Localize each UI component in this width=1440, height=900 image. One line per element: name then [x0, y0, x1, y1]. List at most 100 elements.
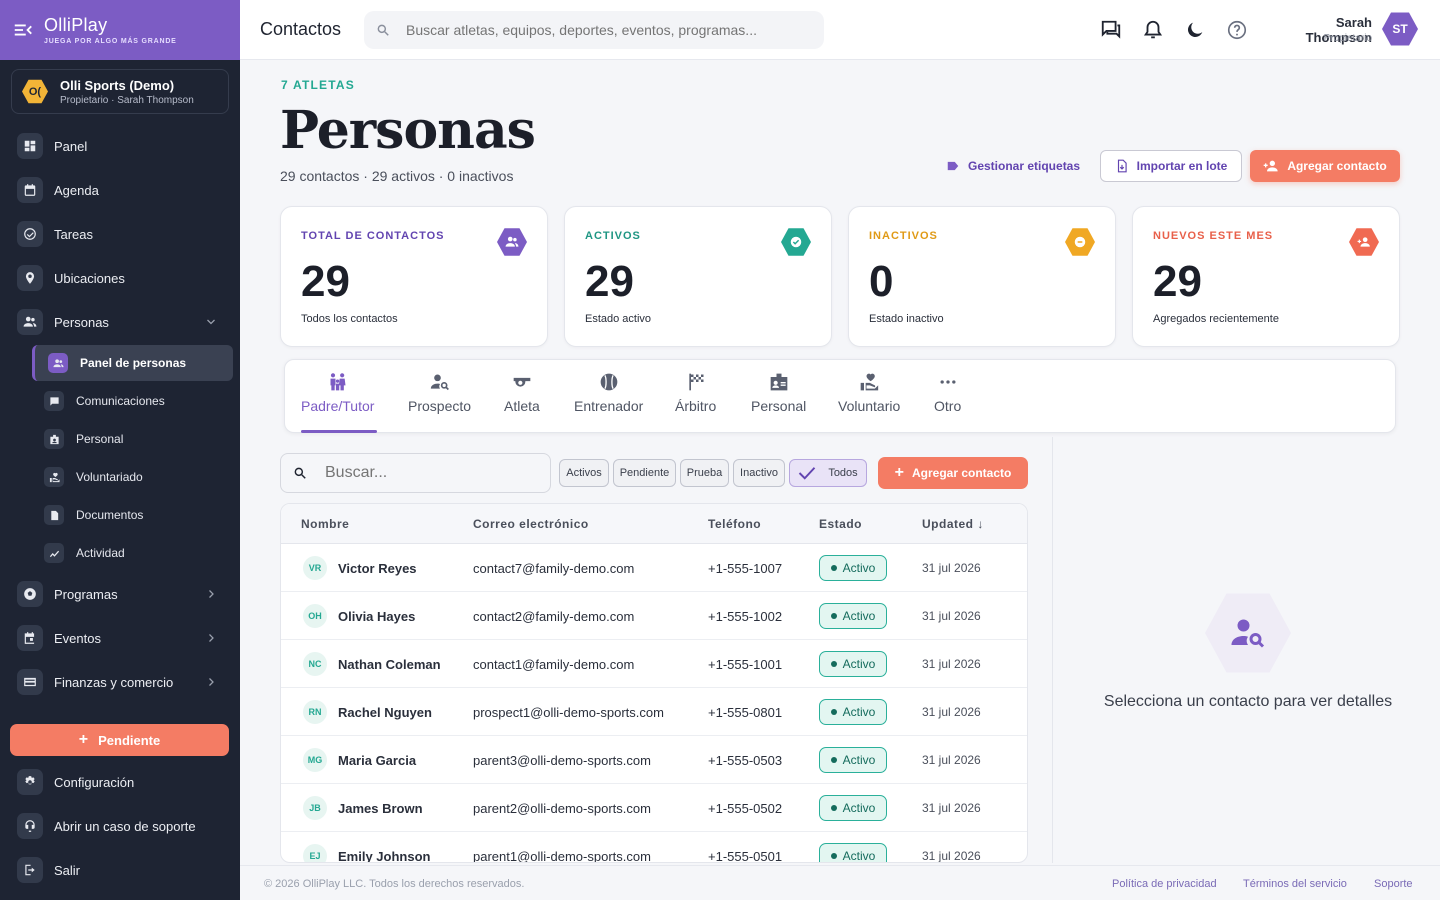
- tag-icon: [947, 161, 959, 171]
- sidebar-item-configuracion[interactable]: Configuración: [17, 768, 134, 796]
- messages-icon[interactable]: [1100, 19, 1122, 41]
- sidebar-item-personas[interactable]: Personas: [17, 308, 109, 336]
- file-import-icon: [1117, 159, 1127, 173]
- contact-updated: 31 jul 2026: [922, 657, 981, 671]
- tab-label: Padre/Tutor: [301, 398, 375, 414]
- table-row[interactable]: JB James Brown parent2@olli-demo-sports.…: [281, 784, 1027, 832]
- filter-todos[interactable]: Todos: [789, 459, 867, 487]
- sidebar-item-label: Panel: [54, 138, 88, 154]
- sidebar-item-ubicaciones[interactable]: Ubicaciones: [17, 264, 125, 292]
- column-header-estado[interactable]: Estado: [819, 517, 862, 531]
- sidebar-item-panel[interactable]: Panel: [17, 132, 87, 160]
- filter-prueba[interactable]: Prueba: [680, 459, 729, 487]
- filter-pendiente[interactable]: Pendiente: [613, 459, 676, 487]
- add-contact-button[interactable]: Agregar contacto: [1250, 150, 1400, 182]
- contact-phone: +1-555-0801: [708, 705, 783, 720]
- table-row[interactable]: EJ Emily Johnson parent1@olli-demo-sport…: [281, 832, 1027, 863]
- tab-personal[interactable]: Personal: [751, 372, 806, 434]
- column-header-updated[interactable]: Updated ↓: [922, 517, 984, 531]
- tab-prospecto[interactable]: Prospecto: [408, 372, 471, 434]
- list-add-contact-button[interactable]: + Agregar contacto: [878, 457, 1028, 489]
- athletes-count-eyebrow: 7 ATLETAS: [281, 78, 355, 92]
- sidebar-subitem-personal[interactable]: Personal: [44, 426, 123, 452]
- contact-email: contact1@family-demo.com: [473, 657, 635, 672]
- table-row[interactable]: RN Rachel Nguyen prospect1@olli-demo-spo…: [281, 688, 1027, 736]
- sidebar-item-salir[interactable]: Salir: [17, 856, 80, 884]
- filter-activos[interactable]: Activos: [559, 459, 609, 487]
- filter-inactivo[interactable]: Inactivo: [733, 459, 785, 487]
- avatar[interactable]: ST: [1382, 12, 1418, 46]
- sidebar-item-agenda[interactable]: Agenda: [17, 176, 99, 204]
- add-contact-label: Agregar contacto: [1287, 159, 1387, 173]
- stat-label: ACTIVOS: [585, 230, 641, 242]
- org-logo: O(: [22, 79, 48, 104]
- chevron-right-icon[interactable]: [205, 632, 217, 644]
- location-pin-icon: [17, 265, 43, 291]
- org-switcher[interactable]: O( Olli Sports (Demo) Propietario · Sara…: [11, 69, 229, 114]
- table-row[interactable]: OH Olivia Hayes contact2@family-demo.com…: [281, 592, 1027, 640]
- sidebar-subitem-voluntariado[interactable]: Voluntariado: [44, 464, 143, 490]
- whistle-icon: [513, 377, 531, 387]
- contact-phone: +1-555-0503: [708, 753, 783, 768]
- global-search-input[interactable]: [406, 22, 806, 38]
- column-header-correo[interactable]: Correo electrónico: [473, 517, 589, 531]
- dark-mode-icon[interactable]: [1184, 19, 1206, 41]
- brand-name[interactable]: OlliPlay: [44, 15, 177, 36]
- chevron-down-icon[interactable]: [205, 316, 217, 328]
- chevron-right-icon[interactable]: [205, 588, 217, 600]
- contact-phone: +1-555-1007: [708, 561, 783, 576]
- contact-search-input[interactable]: [325, 464, 535, 482]
- baseball-icon: [600, 373, 617, 391]
- contact-search[interactable]: [280, 453, 551, 493]
- tab-arbitro[interactable]: Árbitro: [675, 372, 716, 434]
- sidebar-item-soporte[interactable]: Abrir un caso de soporte: [17, 812, 196, 840]
- sidebar-item-label: Ubicaciones: [54, 270, 125, 286]
- terms-link[interactable]: Términos del servicio: [1243, 878, 1347, 890]
- help-icon[interactable]: [1226, 19, 1248, 41]
- footer: © 2026 OlliPlay LLC. Todos los derechos …: [240, 865, 1440, 900]
- sidebar-item-tareas[interactable]: Tareas: [17, 220, 93, 248]
- sidebar-item-label: Salir: [54, 862, 81, 878]
- contact-name: Nathan Coleman: [338, 657, 441, 672]
- table-row[interactable]: VR Victor Reyes contact7@family-demo.com…: [281, 544, 1027, 592]
- sidebar-subitem-documentos[interactable]: Documentos: [44, 502, 143, 528]
- chevron-right-icon[interactable]: [205, 676, 217, 688]
- sidebar-item-eventos[interactable]: Eventos: [17, 624, 101, 652]
- table-header: Nombre Correo electrónico Teléfono Estad…: [281, 504, 1027, 544]
- column-header-updated-label: Updated: [922, 517, 974, 531]
- table-row[interactable]: MG Maria Garcia parent3@olli-demo-sports…: [281, 736, 1027, 784]
- sidebar-item-finanzas[interactable]: Finanzas y comercio: [17, 668, 173, 696]
- tab-voluntario[interactable]: Voluntario: [838, 372, 900, 434]
- pending-button[interactable]: + Pendiente: [10, 724, 229, 756]
- activity-icon: [44, 543, 64, 563]
- support-link[interactable]: Soporte: [1374, 878, 1413, 890]
- manage-tags-button[interactable]: Gestionar etiquetas: [946, 150, 1080, 182]
- contact-detail-panel: Selecciona un contacto para ver detalles: [1052, 437, 1440, 863]
- contact-email: parent2@olli-demo-sports.com: [473, 801, 651, 816]
- person-search-icon: [1205, 593, 1291, 673]
- contact-email: contact2@family-demo.com: [473, 609, 635, 624]
- collapse-menu-icon[interactable]: [12, 19, 34, 41]
- contact-email: parent1@olli-demo-sports.com: [473, 849, 651, 863]
- tab-otro[interactable]: Otro: [934, 372, 961, 434]
- sort-arrow-down-icon: ↓: [977, 517, 984, 531]
- tab-entrenador[interactable]: Entrenador: [574, 372, 643, 434]
- sidebar-subitem-actividad[interactable]: Actividad: [44, 540, 125, 566]
- column-header-nombre[interactable]: Nombre: [301, 517, 349, 531]
- bell-icon[interactable]: [1142, 19, 1164, 41]
- sidebar-subitem-panel-de-personas[interactable]: Panel de personas: [32, 345, 233, 381]
- sidebar-item-label: Finanzas y comercio: [54, 674, 174, 690]
- list-add-contact-label: Agregar contacto: [911, 466, 1012, 480]
- tab-padre-tutor[interactable]: Padre/Tutor: [301, 372, 374, 434]
- bulk-import-button[interactable]: Importar en lote: [1100, 150, 1242, 182]
- sidebar-subitem-comunicaciones[interactable]: Comunicaciones: [44, 388, 165, 414]
- search-icon: [377, 24, 389, 36]
- column-header-telefono[interactable]: Teléfono: [708, 517, 761, 531]
- global-search[interactable]: [364, 11, 824, 49]
- tab-atleta[interactable]: Atleta: [504, 372, 540, 434]
- table-row[interactable]: NC Nathan Coleman contact1@family-demo.c…: [281, 640, 1027, 688]
- sidebar-item-programas[interactable]: Programas: [17, 580, 118, 608]
- stat-card-new: NUEVOS ESTE MES 29 Agregados recientemen…: [1132, 206, 1400, 347]
- status-badge: Activo: [819, 795, 887, 821]
- privacy-link[interactable]: Política de privacidad: [1112, 878, 1217, 890]
